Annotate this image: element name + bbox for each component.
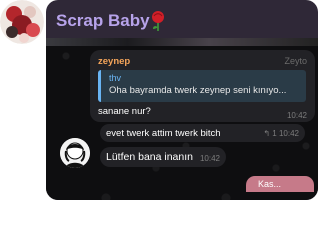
- pill-label: Kas...: [258, 179, 282, 189]
- message-bubble[interactable]: zeynep Zeyto thv Oha bayramda twerk zeyn…: [90, 50, 315, 122]
- message-text: evet twerk attim twerk bitch: [106, 128, 221, 139]
- chat-card[interactable]: Scrap Baby zeynep Zeyto thv Oha bayramda…: [46, 0, 318, 200]
- reply-count: 1: [272, 129, 277, 138]
- chat-area[interactable]: zeynep Zeyto thv Oha bayramda twerk zeyn…: [46, 38, 318, 200]
- bottom-pill-button[interactable]: Kas...: [246, 176, 314, 192]
- reply-arrow-icon: ↰: [263, 129, 271, 138]
- message-time: 10:42: [278, 129, 299, 138]
- chat-title: Scrap Baby: [56, 11, 150, 30]
- reply-quote[interactable]: thv Oha bayramda twerk zeynep seni kınıy…: [98, 70, 306, 102]
- message-time: 10:42: [199, 154, 220, 163]
- group-avatar[interactable]: [0, 0, 44, 44]
- message-bubble[interactable]: evet twerk attim twerk bitch ↰ 1 10:42: [100, 124, 305, 142]
- rose-emoji-icon: [152, 11, 164, 31]
- sender-tag: Zeyto: [284, 56, 307, 66]
- wallpaper-strip: [46, 38, 318, 46]
- message-meta[interactable]: ↰ 1 10:42: [263, 129, 299, 138]
- message-sender[interactable]: zeynep: [98, 56, 130, 67]
- reply-author: thv: [109, 73, 122, 83]
- message-bubble[interactable]: Lütfen bana inanın 10:42: [100, 147, 226, 167]
- message-time: 10:42: [286, 111, 307, 120]
- user-avatar[interactable]: [60, 138, 90, 168]
- message-text: Lütfen bana inanın: [106, 151, 193, 163]
- message-text: sanane nur?: [98, 106, 151, 117]
- reply-text: Oha bayramda twerk zeynep seni kınıyo...: [109, 85, 287, 96]
